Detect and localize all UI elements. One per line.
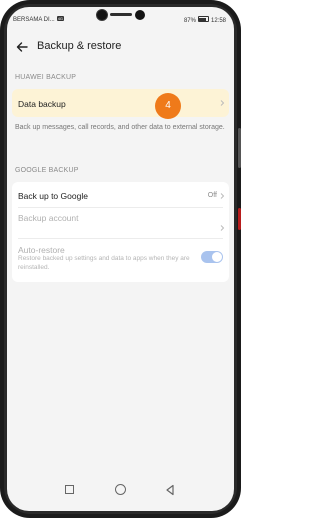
clock: 12:58 (210, 18, 226, 24)
phone-frame: BERSAMA DI... 4G 87% 12:58 Backup & restor… (0, 0, 241, 518)
nav-back-icon[interactable] (164, 484, 176, 496)
section-label-huawei: HUAWEI BACKUP (15, 74, 77, 81)
toggle-knob (212, 252, 222, 262)
network-badge: 4G (56, 16, 65, 21)
data-backup-row[interactable]: Data backup (12, 89, 229, 117)
navigation-bar (7, 480, 234, 502)
auto-restore-label: Auto-restore (18, 245, 65, 255)
power-button (238, 208, 241, 230)
chevron-right-icon (220, 100, 225, 106)
data-backup-label: Data backup (18, 99, 66, 109)
backup-account-label: Backup account (18, 213, 79, 223)
battery-percent: 87% (183, 18, 196, 24)
carrier-label: BERSAMA DI... 4G (13, 16, 65, 23)
front-sensor (135, 10, 145, 20)
auto-restore-row[interactable]: Auto-restore Restore backed up settings … (12, 239, 229, 282)
back-up-to-google-value: Off (207, 192, 217, 199)
back-arrow-icon[interactable] (15, 40, 29, 54)
earpiece (110, 13, 132, 16)
huawei-backup-description: Back up messages, call records, and othe… (15, 124, 225, 131)
nav-recent-icon[interactable] (65, 485, 74, 494)
chevron-right-icon (220, 225, 225, 231)
google-backup-card: Back up to Google Off Backup account Aut… (12, 182, 229, 282)
auto-restore-description: Restore backed up settings and data to a… (18, 255, 190, 271)
back-up-to-google-label: Back up to Google (18, 191, 88, 201)
chevron-right-icon (220, 193, 225, 199)
backup-account-row[interactable]: Backup account (12, 208, 229, 238)
battery-icon (197, 16, 209, 22)
status-right: 87% 12:58 (184, 16, 226, 24)
section-label-google: GOOGLE BACKUP (15, 167, 79, 174)
status-bar: BERSAMA DI... 4G 87% 12:58 (7, 7, 234, 29)
auto-restore-toggle[interactable] (201, 251, 223, 263)
step-badge: 4 (155, 93, 181, 119)
page-title: Backup & restore (37, 40, 122, 52)
app-header: Backup & restore (7, 33, 234, 63)
screen: BERSAMA DI... 4G 87% 12:58 Backup & restor… (7, 7, 234, 511)
back-up-to-google-row[interactable]: Back up to Google Off (12, 182, 229, 207)
volume-button (238, 128, 241, 168)
front-camera (96, 9, 108, 21)
nav-home-icon[interactable] (115, 484, 126, 495)
